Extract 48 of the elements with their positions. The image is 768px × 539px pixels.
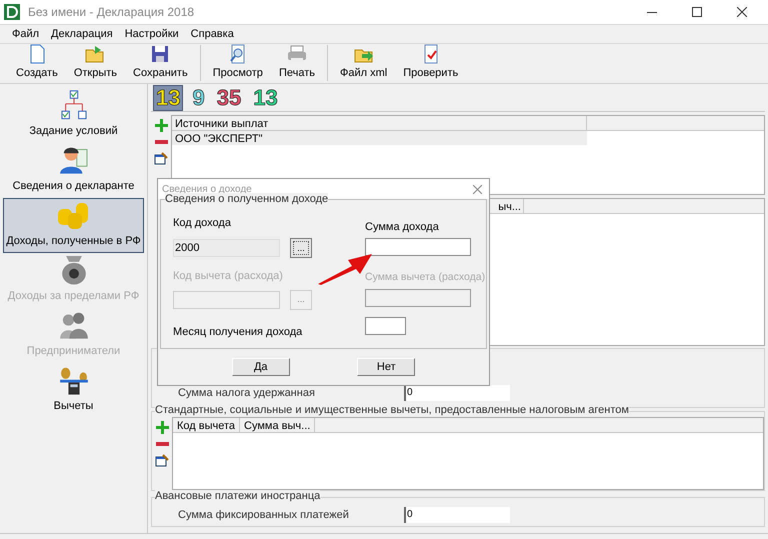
dialog-button[interactable]: Нет [357, 358, 416, 376]
menu-item[interactable]: Файл [12, 26, 40, 42]
app-logo-icon [4, 4, 20, 20]
menu-item[interactable]: Декларация [51, 26, 113, 42]
remove-icon[interactable] [156, 442, 168, 446]
sidebar-item[interactable]: Сведения о декларанте [3, 143, 144, 198]
tax-withheld-field[interactable]: 0 [404, 384, 510, 401]
menu-item[interactable]: Справка [190, 26, 234, 42]
group-title: Авансовые платежи иностранца [155, 490, 320, 502]
edit-window-icon[interactable] [154, 152, 168, 165]
column-header: Код вычета [173, 418, 240, 432]
month-field[interactable] [365, 317, 406, 336]
sidebar-item[interactable]: Вычеты [3, 363, 144, 418]
table-row[interactable]: ООО "ЭКСПЕРТ" [172, 131, 587, 145]
dialog-title: Сведения о доходе [162, 182, 252, 194]
field-label: Сумма дохода [365, 220, 440, 235]
toolbar-button[interactable]: Создать [8, 42, 66, 81]
field-label: Код дохода [173, 216, 232, 231]
field-label: Сумма налога удержанная [178, 386, 316, 400]
group-title: Стандартные, социальные и имущественные вычеты, предоставленные налоговым агентом [155, 404, 629, 416]
toolbar-button[interactable]: Печать [270, 42, 323, 81]
field-label: Сумма вычета (расхода) [365, 270, 486, 284]
toolbar-button[interactable]: Сохранить [125, 42, 196, 81]
toolbar-button[interactable]: Файл xml [332, 42, 396, 81]
close-icon[interactable] [473, 184, 482, 194]
income-sum-field[interactable] [365, 238, 471, 256]
add-icon[interactable] [156, 421, 168, 434]
toolbar-button[interactable]: Проверить [395, 42, 466, 81]
dialog-button[interactable]: Да [232, 358, 290, 376]
window-title: Без имени - Декларация 2018 [28, 4, 194, 21]
toolbar-button[interactable]: Открыть [66, 42, 126, 81]
group-title: Сведения о полученном доходе [165, 193, 328, 205]
income-code-field[interactable]: 2000 [173, 238, 280, 256]
browse-button[interactable]: ... [290, 238, 312, 258]
field-label: Код вычета (расхода) [173, 268, 284, 284]
add-icon[interactable] [154, 119, 168, 132]
edit-window-icon[interactable] [155, 454, 169, 467]
fixed-payments-field[interactable]: 0 [404, 507, 510, 523]
flowchart-icon [58, 89, 88, 120]
field-label: Сумма фиксированных платежей [177, 508, 350, 522]
column-header: Сумма выч... [240, 418, 316, 432]
menu-item[interactable]: Настройки [124, 26, 179, 42]
field-label: Месяц получения дохода [173, 325, 304, 340]
sidebar-item[interactable]: Доходы, полученные в РФ [3, 198, 144, 253]
column-header: Источники выплат [172, 116, 587, 130]
toolbar-button[interactable]: Просмотр [204, 42, 271, 81]
sidebar-item[interactable]: Задание условий [3, 88, 144, 143]
remove-icon[interactable] [154, 140, 168, 144]
